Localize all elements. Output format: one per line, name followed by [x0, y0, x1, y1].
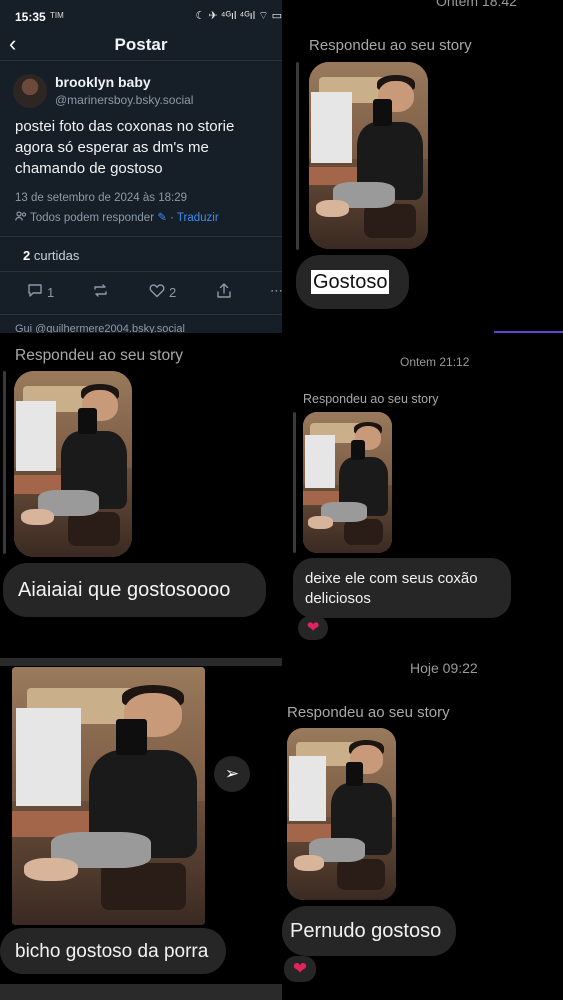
- author-handle[interactable]: @marinersboy.bsky.social: [55, 93, 193, 107]
- translate-link[interactable]: Traduzir: [177, 212, 219, 224]
- message-timestamp: Ontem 18:42: [436, 0, 517, 9]
- message-bubble[interactable]: Aiaiaiai que gostosoooo: [3, 563, 266, 617]
- separator-dot: ·: [170, 212, 174, 224]
- divider: [0, 658, 282, 666]
- repost-button[interactable]: [92, 283, 109, 301]
- status-time: 15:35: [15, 10, 46, 24]
- divider: [0, 60, 282, 61]
- reply-settings-row: Todos podem responder ✎ · Traduzir: [15, 210, 219, 224]
- story-photo[interactable]: [12, 667, 205, 925]
- message-text: bicho gostoso da porra: [15, 941, 209, 962]
- reply-count: 1: [47, 284, 55, 300]
- message-text: Gostoso: [311, 270, 390, 294]
- quote-bar: [3, 371, 6, 554]
- like-button[interactable]: 2: [149, 283, 176, 301]
- message-bubble[interactable]: Gostoso: [296, 255, 409, 309]
- repost-icon: [92, 283, 109, 301]
- message-timestamp: Hoje 09:22: [410, 660, 478, 676]
- story-reply-label: Respondeu ao seu story: [287, 704, 450, 721]
- author-avatar[interactable]: [13, 74, 47, 108]
- post-text: postei foto das coxonas no storie agora …: [15, 116, 277, 179]
- divider: [0, 984, 282, 1000]
- story-thumbnail[interactable]: [14, 371, 132, 557]
- people-icon: [15, 211, 30, 224]
- bluesky-post-screenshot: 15:35 TIM ☾ ✈ ⁴ᴳıl ⁴ᴳıl ⌔ ▭ ‹ Postar bro…: [0, 0, 282, 333]
- message-bubble[interactable]: deixe ele com seus coxão deliciosos: [293, 558, 511, 618]
- dm-chat-4: ➢ bicho gostoso da porra: [0, 658, 282, 1000]
- status-bar: 15:35 TIM ☾ ✈ ⁴ᴳıl ⁴ᴳıl ⌔ ▭: [0, 0, 282, 32]
- edit-pencil-icon[interactable]: ✎: [157, 212, 167, 224]
- post-date: 13 de setembro de 2024 às 18:29: [15, 192, 187, 204]
- likes-summary[interactable]: 2 curtidas: [23, 248, 79, 263]
- quote-bar: [293, 412, 296, 553]
- page-title: Postar: [114, 35, 168, 54]
- divider: [0, 236, 282, 237]
- reply-setting-label: Todos podem responder: [30, 212, 155, 224]
- story-thumbnail[interactable]: [303, 412, 392, 553]
- story-reply-label: Respondeu ao seu story: [15, 347, 184, 364]
- message-text: deixe ele com seus coxão deliciosos: [305, 569, 478, 609]
- share-button[interactable]: [216, 283, 232, 301]
- message-bubble[interactable]: bicho gostoso da porra: [0, 928, 226, 974]
- message-timestamp: Ontem 21:12: [400, 355, 470, 369]
- comment-icon: [27, 283, 43, 301]
- post-text-line: postei foto das coxonas no storie: [15, 118, 235, 135]
- story-reply-label: Respondeu ao seu story: [303, 392, 439, 406]
- nav-bar: ‹ Postar: [0, 32, 282, 60]
- carrier-indicator: TIM: [50, 11, 64, 20]
- dm-chat-2: Respondeu ao seu story Aiaiaiai que gost…: [0, 333, 282, 658]
- author-name[interactable]: brooklyn baby: [55, 74, 151, 90]
- story-thumbnail[interactable]: [287, 728, 396, 900]
- likes-label: curtidas: [33, 248, 80, 263]
- story-thumbnail[interactable]: [309, 62, 428, 249]
- likes-count: 2: [23, 248, 31, 263]
- post-text-line: agora só esperar as dm's me: [15, 139, 209, 156]
- message-bubble[interactable]: Pernudo gostoso: [282, 906, 456, 956]
- next-reply-preview: Gui @guilhermere2004.bsky.social: [15, 323, 185, 333]
- heart-reaction-icon[interactable]: ❤: [298, 616, 328, 640]
- message-text: Aiaiaiai que gostosoooo: [18, 579, 231, 601]
- dm-chat-5: Hoje 09:22 Respondeu ao seu story Pernud…: [282, 660, 563, 1000]
- heart-reaction-icon[interactable]: ❤: [284, 956, 316, 982]
- story-reply-label: Respondeu ao seu story: [309, 37, 472, 54]
- status-icons: ☾ ✈ ⁴ᴳıl ⁴ᴳıl ⌔ ▭: [195, 10, 282, 22]
- message-text-line: deliciosos: [305, 590, 371, 607]
- divider: [0, 314, 282, 315]
- reply-button[interactable]: 1: [27, 283, 54, 301]
- like-count: 2: [169, 284, 177, 300]
- more-options-icon[interactable]: ⋯: [270, 283, 282, 299]
- post-actions: 1 2 ⋯: [0, 283, 282, 305]
- message-text-line: deixe ele com seus coxão: [305, 570, 478, 587]
- share-send-icon[interactable]: ➢: [214, 756, 250, 792]
- divider: [0, 271, 282, 272]
- dm-chat-3: Ontem 21:12 Respondeu ao seu story deixe…: [282, 333, 563, 660]
- dm-chat-1: Ontem 18:42 Respondeu ao seu story Gosto…: [282, 0, 563, 333]
- post-text-line: chamando de gostoso: [15, 160, 163, 177]
- heart-outline-icon: [149, 283, 165, 301]
- message-text: Pernudo gostoso: [290, 920, 442, 942]
- share-icon: [216, 283, 232, 301]
- quote-bar: [296, 62, 299, 250]
